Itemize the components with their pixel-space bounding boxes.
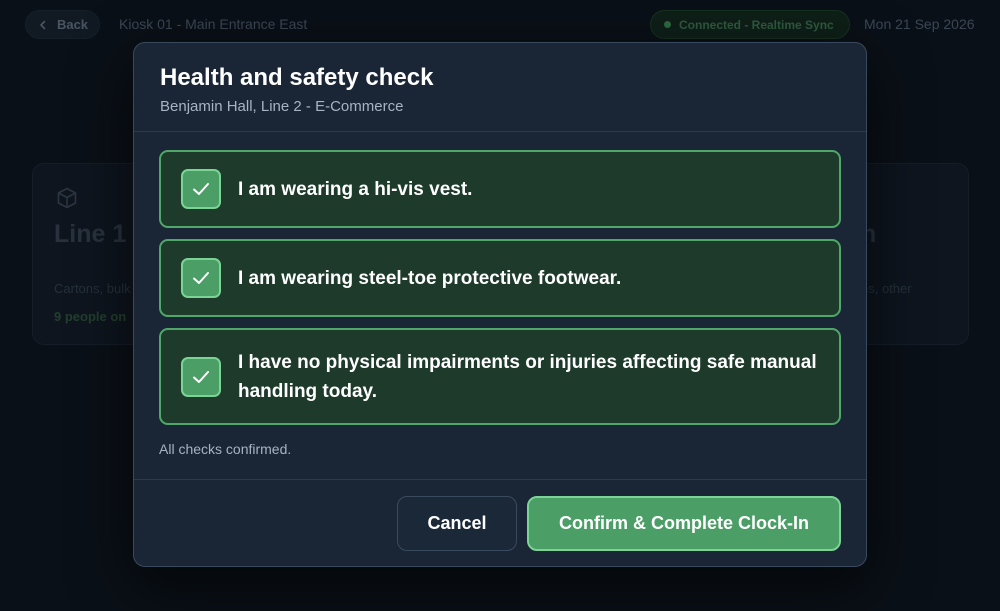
confirm-clock-in-button[interactable]: Confirm & Complete Clock-In: [527, 496, 841, 551]
modal-body: I am wearing a hi-vis vest. I am wearing…: [134, 132, 866, 457]
kiosk-title: Kiosk 01 - Main Entrance East: [119, 16, 308, 32]
check-item-steel-toe-footwear[interactable]: I am wearing steel-toe protective footwe…: [159, 239, 841, 317]
checkbox-checked[interactable]: [181, 169, 221, 209]
back-label: Back: [56, 17, 89, 32]
modal-header: Health and safety check Benjamin Hall, L…: [134, 43, 866, 132]
check-item-hi-vis-vest[interactable]: I am wearing a hi-vis vest.: [159, 150, 841, 228]
connection-status-label: Connected - Realtime Sync: [679, 17, 834, 32]
checkmark-icon: [193, 183, 209, 195]
line-card-description: ns, other: [861, 281, 912, 296]
line-card-title: n: [861, 220, 877, 248]
chevron-left-icon: [40, 20, 46, 29]
line-card-people-count: 9 people on: [54, 309, 127, 324]
checkmark-icon: [193, 272, 209, 284]
checkbox-checked[interactable]: [181, 258, 221, 298]
modal-title: Health and safety check: [160, 64, 434, 91]
checkmark-icon: [193, 370, 209, 383]
connection-status-badge: Connected - Realtime Sync: [650, 10, 850, 39]
status-dot-icon: [664, 21, 671, 28]
checkbox-checked[interactable]: [181, 356, 221, 397]
cube-icon: [57, 187, 77, 209]
check-item-no-impairments[interactable]: I have no physical impairments or injuri…: [159, 328, 841, 425]
check-item-label: I have no physical impairments or injuri…: [238, 351, 817, 402]
current-date: Mon 21 Sep 2026: [864, 16, 975, 32]
check-item-label: I am wearing steel-toe protective footwe…: [238, 267, 622, 289]
health-safety-modal: Health and safety check Benjamin Hall, L…: [133, 42, 867, 567]
confirmation-note: All checks confirmed.: [159, 441, 292, 457]
cancel-button[interactable]: Cancel: [397, 496, 517, 551]
line-card-description: Cartons, bulk: [54, 281, 131, 296]
modal-footer: Cancel Confirm & Complete Clock-In: [134, 479, 866, 566]
check-item-label: I am wearing a hi-vis vest.: [238, 178, 473, 200]
modal-subtitle: Benjamin Hall, Line 2 - E-Commerce: [160, 98, 404, 115]
back-button[interactable]: Back: [25, 10, 100, 39]
